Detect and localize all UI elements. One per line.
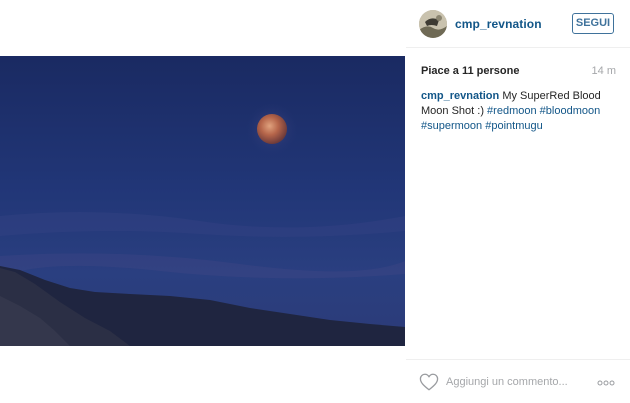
post-photo[interactable] xyxy=(0,56,405,346)
post-sidebar: cmp_revnation SEGUI Piace a 11 persone 1… xyxy=(406,0,630,403)
comment-input[interactable] xyxy=(446,374,586,390)
caption-username[interactable]: cmp_revnation xyxy=(421,90,499,102)
likes-count[interactable]: Piace a 11 persone xyxy=(421,65,519,77)
avatar[interactable] xyxy=(419,10,447,38)
ellipsis-icon[interactable] xyxy=(597,380,615,386)
post-media-area xyxy=(0,0,406,403)
post-username[interactable]: cmp_revnation xyxy=(455,17,542,31)
hashtag-link[interactable]: #redmoon xyxy=(487,105,537,117)
post-header: cmp_revnation SEGUI xyxy=(406,0,630,48)
heart-outline-icon[interactable] xyxy=(419,373,439,391)
post-caption: cmp_revnation My SuperRed Blood Moon Sho… xyxy=(421,89,619,134)
post-actions xyxy=(406,359,630,403)
blood-moon-photo xyxy=(0,56,405,346)
hashtag-link[interactable]: #pointmugu xyxy=(485,120,543,132)
likes-row: Piace a 11 persone 14 m xyxy=(421,65,616,79)
hashtag-link[interactable]: #bloodmoon xyxy=(540,105,601,117)
hashtag-link[interactable]: #supermoon xyxy=(421,120,482,132)
follow-button[interactable]: SEGUI xyxy=(572,13,614,34)
avatar-image-icon xyxy=(419,10,447,38)
post-timestamp[interactable]: 14 m xyxy=(592,65,616,77)
